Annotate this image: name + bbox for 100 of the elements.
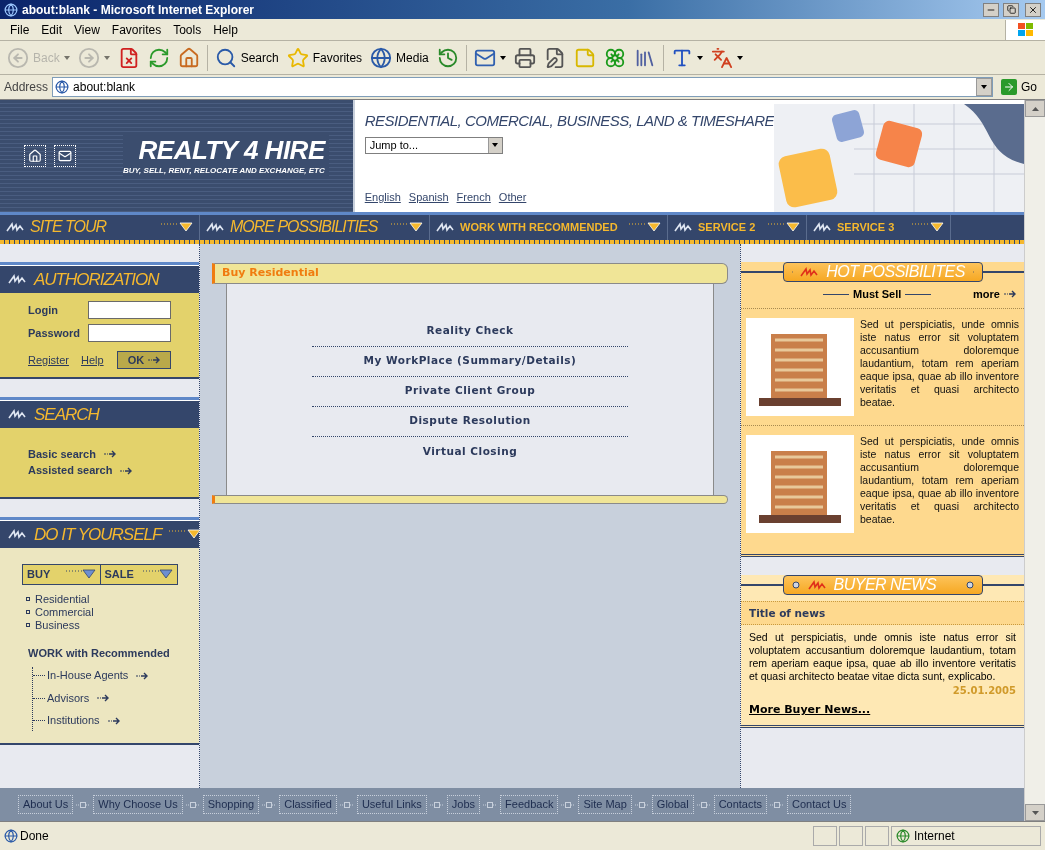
dropdown-button[interactable] bbox=[487, 137, 502, 153]
section-title: SEARCH bbox=[34, 403, 99, 426]
buy-button[interactable]: BUY bbox=[23, 564, 101, 584]
category-link[interactable]: Residential bbox=[26, 592, 177, 606]
footer-link[interactable]: About Us bbox=[18, 795, 74, 814]
section-title: DO IT YOURSELF bbox=[34, 523, 162, 546]
recommended-link[interactable]: Institutions bbox=[45, 712, 120, 729]
search-link[interactable]: Basic search bbox=[28, 445, 171, 463]
login-input[interactable] bbox=[88, 300, 171, 319]
address-field[interactable]: about:blank bbox=[52, 77, 993, 97]
minimize-button[interactable] bbox=[983, 2, 999, 17]
recommended-link[interactable]: Advisors bbox=[45, 689, 110, 707]
more-link[interactable]: more bbox=[973, 285, 1016, 303]
mail-icon[interactable] bbox=[54, 144, 76, 167]
caret-icon bbox=[499, 55, 506, 60]
language-link[interactable]: English bbox=[364, 189, 401, 206]
login-label: Login bbox=[28, 302, 58, 318]
scribble-icon bbox=[436, 222, 454, 233]
caret-icon bbox=[492, 143, 499, 147]
refresh-icon bbox=[147, 46, 170, 69]
menu-link[interactable]: Virtual Closing bbox=[312, 436, 628, 467]
toolbar-button[interactable]: Favorites bbox=[283, 43, 366, 72]
globe-icon bbox=[370, 46, 393, 69]
browser-icon bbox=[4, 2, 18, 17]
language-link[interactable]: Spanish bbox=[408, 189, 449, 206]
nav-tab[interactable]: SITE TOUR bbox=[0, 214, 200, 240]
menu-link[interactable]: Dispute Resolution bbox=[312, 406, 628, 437]
menu-item[interactable]: Help bbox=[207, 20, 244, 39]
ok-button[interactable]: OK bbox=[117, 350, 171, 369]
nav-tab[interactable]: MORE POSSIBILITIES bbox=[200, 214, 430, 240]
footer-link[interactable]: Feedback bbox=[500, 795, 559, 814]
bullet-icon bbox=[26, 597, 30, 602]
separator-icon bbox=[561, 801, 576, 808]
arrow-icon bbox=[120, 466, 133, 475]
menu-item[interactable]: File bbox=[4, 20, 36, 39]
help-link[interactable]: Help bbox=[80, 351, 104, 369]
footer-link[interactable]: Site Map bbox=[578, 795, 632, 814]
menu-link[interactable]: Reality Check bbox=[312, 316, 628, 347]
dropdown-button[interactable] bbox=[976, 78, 992, 96]
scribble-icon bbox=[8, 529, 26, 540]
recommended-link[interactable]: In-House Agents bbox=[45, 667, 149, 684]
category-link[interactable]: Commercial bbox=[26, 605, 177, 619]
footer-link[interactable]: Jobs bbox=[446, 795, 481, 814]
caret-icon bbox=[629, 222, 661, 233]
password-input[interactable] bbox=[88, 323, 171, 342]
footer-link[interactable]: Why Choose Us bbox=[93, 795, 183, 814]
restore-icon bbox=[1006, 5, 1016, 14]
language-link[interactable]: French bbox=[456, 189, 491, 206]
arrow-icon bbox=[97, 694, 110, 703]
scribble-icon bbox=[800, 266, 819, 277]
scribble-icon bbox=[807, 580, 826, 591]
caret-icon bbox=[169, 529, 202, 540]
toolbar-button[interactable]: Media bbox=[367, 43, 432, 72]
restore-button[interactable] bbox=[1003, 2, 1019, 17]
caret-icon bbox=[391, 222, 423, 233]
arrow-icon bbox=[1004, 290, 1016, 299]
status-panel bbox=[865, 825, 889, 846]
close-button[interactable] bbox=[1025, 2, 1041, 17]
footer-link[interactable]: Useful Links bbox=[356, 795, 427, 814]
scroll-down-button[interactable] bbox=[1025, 804, 1045, 821]
news-date: 25.01.2005 bbox=[952, 684, 1016, 699]
footer-link[interactable]: Shopping bbox=[202, 795, 260, 814]
register-link[interactable]: Register bbox=[28, 351, 69, 369]
footer-link[interactable]: Contacts bbox=[713, 795, 768, 814]
page-icon bbox=[4, 828, 18, 843]
password-label: Password bbox=[28, 325, 80, 341]
sale-button[interactable]: SALE bbox=[100, 564, 177, 584]
footer-link[interactable]: Contact Us bbox=[787, 795, 852, 814]
go-button[interactable]: Go bbox=[997, 77, 1041, 97]
nav-tab[interactable]: SERVICE 2 bbox=[668, 214, 807, 240]
arrow-icon bbox=[148, 355, 161, 364]
nav-tab[interactable]: SERVICE 3 bbox=[807, 214, 951, 240]
menu-item[interactable]: Favorites bbox=[105, 20, 168, 39]
menu-item[interactable]: Tools bbox=[167, 20, 208, 39]
jump-to-select[interactable]: Jump to... bbox=[364, 136, 503, 154]
scroll-up-button[interactable] bbox=[1025, 100, 1045, 117]
menu-link[interactable]: Private Client Group bbox=[312, 376, 628, 407]
footer-link[interactable]: Classified bbox=[279, 795, 337, 814]
more-news-link[interactable]: More Buyer News... bbox=[749, 702, 871, 719]
news-title: Title of news bbox=[749, 607, 826, 620]
separator-icon bbox=[429, 801, 444, 808]
separator-icon bbox=[262, 801, 277, 808]
category-link[interactable]: Business bbox=[26, 618, 177, 632]
search-link[interactable]: Assisted search bbox=[28, 462, 171, 479]
translate-icon bbox=[710, 46, 733, 69]
nav-tab[interactable]: WORK WITH RECOMMENDED bbox=[430, 214, 668, 240]
footer-link[interactable]: Global bbox=[651, 795, 694, 814]
menu-link[interactable]: My WorkPlace (Summary/Details) bbox=[312, 346, 628, 377]
separator-icon bbox=[339, 801, 354, 808]
scribble-icon bbox=[6, 222, 24, 233]
menu-item[interactable]: View bbox=[68, 20, 106, 39]
language-link[interactable]: Other bbox=[498, 189, 527, 206]
site-logo-title: REALTY 4 HIRE bbox=[138, 134, 325, 165]
toolbar-button[interactable]: Search bbox=[211, 43, 282, 72]
scribble-icon bbox=[813, 222, 831, 233]
up-arrow-icon bbox=[1031, 106, 1039, 111]
menu-item[interactable]: Edit bbox=[35, 20, 69, 39]
home-icon[interactable] bbox=[24, 144, 46, 167]
close-icon bbox=[1028, 4, 1038, 15]
news-text: Sed ut perspiciatis, unde omnis iste natus error sit voluptatem accusantium doloremque laudantium, totam rem aperiam eaque ipsa, quae ab illo inventore veritatis et quasi architecto beatae vitae dicta sunt, explicabo. bbox=[748, 630, 1017, 684]
